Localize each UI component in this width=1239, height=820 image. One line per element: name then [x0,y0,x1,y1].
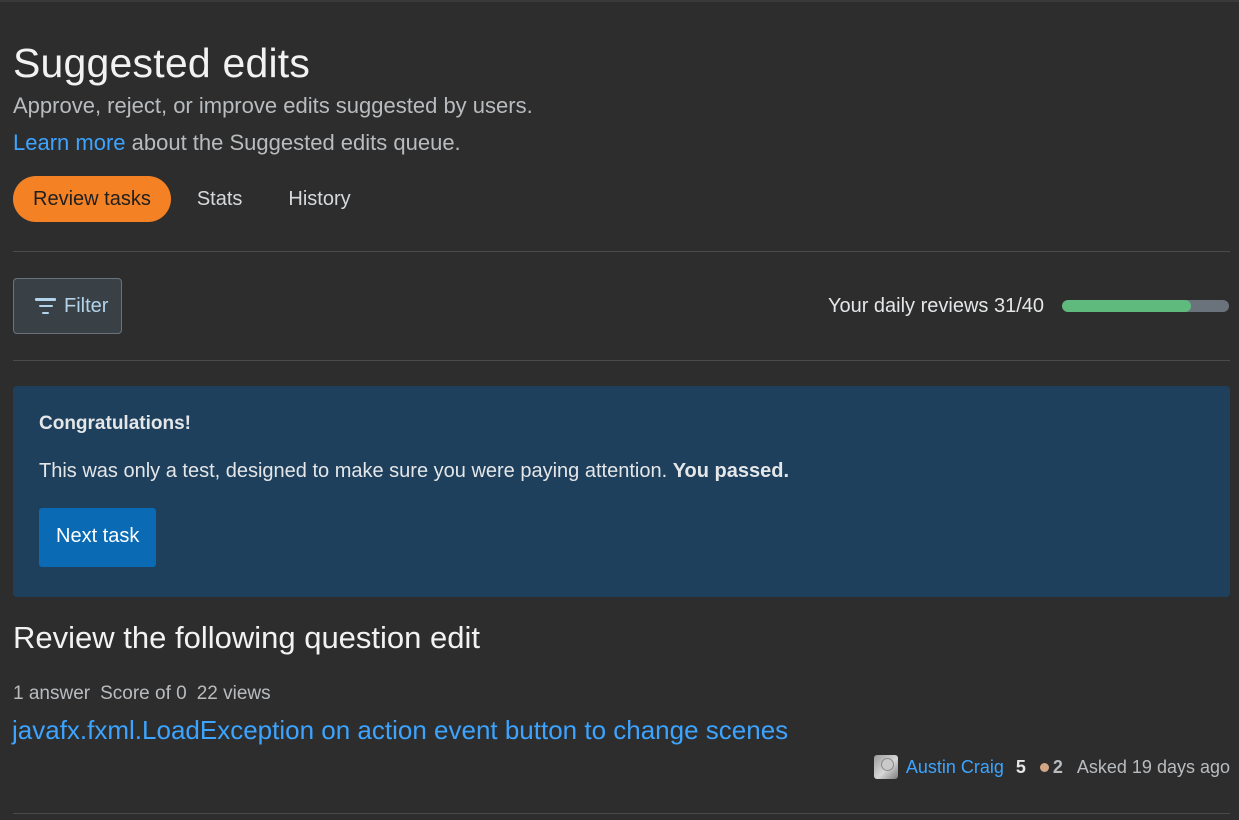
suggested-edits-page: Suggested edits Approve, reject, or impr… [0,0,1239,820]
notice-message-bold: You passed. [672,460,790,482]
question-owner: Austin Craig 5 2 Asked 19 days ago [13,755,1230,779]
filter-icon [35,298,56,314]
page-subtitle: Approve, reject, or improve edits sugges… [13,93,533,118]
asked-time: Asked 19 days ago [1076,757,1230,777]
bronze-badge-icon [1039,762,1049,772]
author-link[interactable]: Austin Craig [906,755,1004,779]
question-stats: 1 answer Score of 0 22 views [13,682,1229,706]
review-toolbar: Filter Your daily reviews 31/40 [13,252,1229,360]
learn-more-link[interactable]: Learn more [13,130,126,155]
divider [13,360,1230,361]
reputation-score: 5 [1015,757,1026,777]
learn-more-line: Learn more about the Suggested edits que… [13,129,1229,157]
notice-message: This was only a test, designed to make s… [39,458,1204,484]
bronze-badge-count: 2 [1039,755,1063,779]
daily-reviews: Your daily reviews 31/40 [828,295,1229,318]
tab-review-tasks[interactable]: Review tasks [13,176,171,222]
test-result-notice: Congratulations! This was only a test, d… [13,386,1230,597]
view-count: 22 views [196,683,271,704]
bronze-badge-number: 2 [1052,757,1063,777]
daily-reviews-progress-fill [1062,300,1192,312]
daily-reviews-progress [1062,300,1229,312]
answer-count: 1 answer [13,683,91,704]
question-score: Score of 0 [100,683,187,704]
filter-button[interactable]: Filter [13,278,122,334]
filter-label: Filter [64,294,109,317]
notice-message-text: This was only a test, designed to make s… [39,460,668,482]
tab-stats[interactable]: Stats [177,176,263,222]
page-title: Suggested edits [13,40,311,86]
next-task-button[interactable]: Next task [39,508,157,567]
queue-tabs: Review tasks Stats History [13,176,1229,222]
learn-more-text: about the Suggested edits queue. [125,130,461,155]
divider [13,813,1230,814]
notice-title: Congratulations! [39,413,191,434]
tab-history[interactable]: History [268,176,370,222]
question-title-link[interactable]: javafx.fxml.LoadException on action even… [12,714,1229,746]
avatar[interactable] [873,755,898,779]
daily-reviews-label: Your daily reviews 31/40 [827,294,1044,317]
review-heading: Review the following question edit [13,620,480,655]
